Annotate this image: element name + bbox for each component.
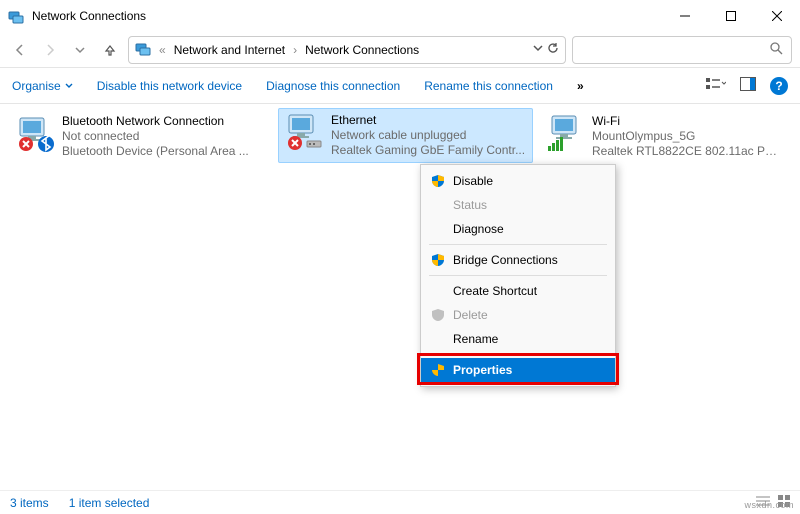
status-selected-count: 1 item selected <box>69 496 150 510</box>
preview-pane-icon[interactable] <box>740 77 756 94</box>
ctx-label: Status <box>453 198 487 212</box>
ctx-create-shortcut[interactable]: Create Shortcut <box>423 279 613 303</box>
context-menu: Disable Status Diagnose Bridge Connectio… <box>420 164 616 387</box>
close-button[interactable] <box>754 0 800 32</box>
ctx-bridge[interactable]: Bridge Connections <box>423 248 613 272</box>
ctx-label: Bridge Connections <box>453 253 558 267</box>
connection-item-wifi[interactable]: Wi-Fi MountOlympus_5G Realtek RTL8822CE … <box>540 110 790 163</box>
status-item-count: 3 items <box>10 496 49 510</box>
ctx-label: Create Shortcut <box>453 284 537 298</box>
ctx-label: Rename <box>453 332 498 346</box>
ctx-status: Status <box>423 193 613 217</box>
shield-icon <box>431 308 445 322</box>
ctx-disable[interactable]: Disable <box>423 169 613 193</box>
rename-connection-button[interactable]: Rename this connection <box>424 79 553 93</box>
breadcrumb-prefix: « <box>157 43 168 57</box>
ctx-properties[interactable]: Properties <box>421 358 615 382</box>
maximize-button[interactable] <box>708 0 754 32</box>
connection-status: MountOlympus_5G <box>592 129 784 144</box>
organise-menu[interactable]: Organise <box>12 79 73 93</box>
diagnose-connection-button[interactable]: Diagnose this connection <box>266 79 400 93</box>
minimize-button[interactable] <box>662 0 708 32</box>
address-dropdown-icon[interactable] <box>533 42 543 57</box>
up-button[interactable] <box>98 38 122 62</box>
ctx-label: Diagnose <box>453 222 504 236</box>
watermark: wsxdn.com <box>744 500 794 510</box>
breadcrumb-part-2[interactable]: Network Connections <box>305 43 419 57</box>
connection-device: Realtek Gaming GbE Family Contr... <box>331 143 525 158</box>
shield-icon <box>431 363 445 377</box>
connection-device: Realtek RTL8822CE 802.11ac PCIe ... <box>592 144 784 159</box>
refresh-icon[interactable] <box>547 42 559 57</box>
app-icon <box>8 8 24 24</box>
ctx-separator <box>429 244 607 245</box>
view-options-icon[interactable] <box>706 77 726 94</box>
help-icon[interactable]: ? <box>770 77 788 95</box>
content-area: Bluetooth Network Connection Not connect… <box>0 104 800 490</box>
search-field[interactable] <box>572 36 792 64</box>
ctx-label: Properties <box>453 363 512 377</box>
connection-device: Bluetooth Device (Personal Area ... <box>62 144 249 159</box>
window-controls <box>662 0 800 32</box>
ctx-label: Delete <box>453 308 488 322</box>
command-bar: Organise Disable this network device Dia… <box>0 68 800 104</box>
search-icon <box>769 41 783 58</box>
connection-status: Network cable unplugged <box>331 128 525 143</box>
connection-item-ethernet[interactable]: Ethernet Network cable unplugged Realtek… <box>278 108 533 163</box>
ctx-rename[interactable]: Rename <box>423 327 613 351</box>
bluetooth-adapter-icon <box>16 114 56 154</box>
forward-button[interactable] <box>38 38 62 62</box>
window-title: Network Connections <box>32 9 662 23</box>
toolbar-overflow[interactable]: » <box>577 79 584 93</box>
ctx-separator <box>429 275 607 276</box>
connection-status: Not connected <box>62 129 249 144</box>
breadcrumb-part-1[interactable]: Network and Internet <box>174 43 285 57</box>
disable-device-button[interactable]: Disable this network device <box>97 79 242 93</box>
ctx-label: Disable <box>453 174 493 188</box>
connection-name: Bluetooth Network Connection <box>62 114 249 129</box>
ctx-separator <box>429 354 607 355</box>
breadcrumb-sep-1: › <box>291 43 299 57</box>
ctx-diagnose[interactable]: Diagnose <box>423 217 613 241</box>
shield-icon <box>431 174 445 188</box>
location-icon <box>135 40 151 59</box>
recent-dropdown[interactable] <box>68 38 92 62</box>
shield-icon <box>431 253 445 267</box>
wifi-adapter-icon <box>546 114 586 154</box>
ctx-delete: Delete <box>423 303 613 327</box>
connection-name: Wi-Fi <box>592 114 784 129</box>
statusbar: 3 items 1 item selected <box>0 490 800 514</box>
connection-item-bluetooth[interactable]: Bluetooth Network Connection Not connect… <box>10 110 265 163</box>
titlebar: Network Connections <box>0 0 800 32</box>
ethernet-adapter-icon <box>285 113 325 153</box>
connection-name: Ethernet <box>331 113 525 128</box>
back-button[interactable] <box>8 38 32 62</box>
address-field[interactable]: « Network and Internet › Network Connect… <box>128 36 566 64</box>
addressbar: « Network and Internet › Network Connect… <box>0 32 800 68</box>
